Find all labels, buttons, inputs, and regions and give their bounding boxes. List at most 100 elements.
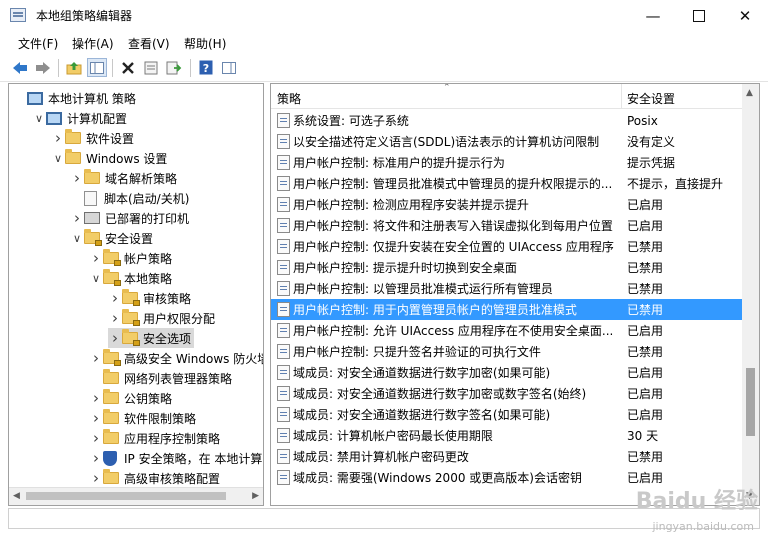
policy-row[interactable]: 域成员: 对安全通道数据进行数字签名(如果可能) 已启用 bbox=[271, 404, 742, 425]
delete-icon[interactable] bbox=[118, 58, 138, 77]
scroll-up-icon[interactable]: ▲ bbox=[746, 88, 753, 98]
tree-item[interactable]: › IP 安全策略，在 本地计算 bbox=[89, 448, 262, 468]
expand-chevron-icon[interactable]: › bbox=[51, 128, 65, 148]
policy-row[interactable]: 用户帐户控制: 将文件和注册表写入错误虚拟化到每用户位置 已启用 bbox=[271, 215, 742, 236]
policy-row[interactable]: 以安全描述符定义语言(SDDL)语法表示的计算机访问限制 没有定义 bbox=[271, 131, 742, 152]
column-divider[interactable] bbox=[621, 84, 622, 108]
policy-row[interactable]: 用户帐户控制: 管理员批准模式中管理员的提升权限提示的... 不提示，直接提升 bbox=[271, 173, 742, 194]
computer-icon bbox=[27, 91, 43, 105]
tree-item-label: 应用程序控制策略 bbox=[124, 431, 221, 446]
policy-value: 已禁用 bbox=[627, 261, 664, 275]
tree-item[interactable]: › 高级安全 Windows 防火墙 bbox=[89, 348, 263, 368]
policy-row[interactable]: 用户帐户控制: 允许 UIAccess 应用程序在不使用安全桌面... 已启用 bbox=[271, 320, 742, 341]
tree-item[interactable]: › 用户权限分配 bbox=[108, 308, 215, 328]
policy-list-pane[interactable]: 策略 ⌃ 安全设置 系统设置: 可选子系统 Posix 以安全描述符定义语言(SDD… bbox=[270, 83, 760, 506]
back-arrow-icon[interactable] bbox=[10, 58, 30, 77]
menu-action[interactable]: 操作(A) bbox=[72, 35, 114, 52]
show-action-pane-icon[interactable] bbox=[219, 58, 239, 77]
tree-item[interactable]: 网络列表管理器策略 bbox=[89, 368, 232, 388]
expand-chevron-icon[interactable]: › bbox=[108, 308, 122, 328]
policy-row[interactable]: 用户帐户控制: 检测应用程序安装并提示提升 已启用 bbox=[271, 194, 742, 215]
scrollbar-thumb[interactable] bbox=[746, 368, 755, 436]
tree-item[interactable]: › 高级审核策略配置 bbox=[89, 468, 220, 488]
tree-item[interactable]: › 软件限制策略 bbox=[89, 408, 196, 428]
policy-row[interactable]: 系统设置: 可选子系统 Posix bbox=[271, 110, 742, 131]
tree-item[interactable]: › 已部署的打印机 bbox=[70, 208, 189, 228]
collapse-chevron-icon[interactable]: ∨ bbox=[51, 148, 65, 168]
policy-row[interactable]: 用户帐户控制: 提示提升时切换到安全桌面 已禁用 bbox=[271, 257, 742, 278]
expand-chevron-icon[interactable]: › bbox=[108, 288, 122, 308]
scrollbar-thumb[interactable] bbox=[26, 492, 226, 500]
policy-row[interactable]: 用户帐户控制: 以管理员批准模式运行所有管理员 已禁用 bbox=[271, 278, 742, 299]
policy-row[interactable]: 用户帐户控制: 只提升签名并验证的可执行文件 已禁用 bbox=[271, 341, 742, 362]
close-button[interactable]: ✕ bbox=[722, 0, 768, 31]
expand-chevron-icon[interactable]: › bbox=[89, 248, 103, 268]
collapse-chevron-icon[interactable]: ∨ bbox=[89, 268, 103, 288]
column-header-security-setting[interactable]: 安全设置 bbox=[627, 90, 675, 107]
tree-pane[interactable]: 本地计算机 策略 ∨ 计算机配置 › 软件设置 ∨ Windows 设置 › 域名解析策略 脚本(… bbox=[8, 83, 264, 506]
tree-item[interactable]: 本地计算机 策略 bbox=[13, 88, 136, 108]
menu-file[interactable]: 文件(F) bbox=[18, 35, 58, 52]
policy-row[interactable]: 域成员: 禁用计算机帐户密码更改 已禁用 bbox=[271, 446, 742, 467]
tree-item[interactable]: › 帐户策略 bbox=[89, 248, 172, 268]
column-header-policy[interactable]: 策略 bbox=[277, 90, 301, 107]
tree-item-label: Windows 设置 bbox=[86, 151, 168, 166]
forward-arrow-icon[interactable] bbox=[33, 58, 53, 77]
tree-item[interactable]: › 审核策略 bbox=[108, 288, 191, 308]
expand-chevron-icon[interactable]: › bbox=[108, 328, 122, 348]
baidu-watermark-url: jingyan.baidu.com bbox=[652, 520, 754, 533]
help-icon[interactable]: ? bbox=[196, 58, 216, 77]
expand-chevron-icon[interactable]: › bbox=[70, 168, 84, 188]
menu-help[interactable]: 帮助(H) bbox=[184, 35, 226, 52]
expand-chevron-icon[interactable]: › bbox=[70, 208, 84, 228]
title-bar[interactable]: 本地组策略编辑器 — ✕ bbox=[0, 0, 768, 31]
collapse-chevron-icon[interactable]: ∨ bbox=[32, 108, 46, 128]
show-tree-icon[interactable] bbox=[87, 58, 107, 77]
policy-row[interactable]: 用户帐户控制: 用于内置管理员帐户的管理员批准模式 已禁用 bbox=[271, 299, 742, 320]
tree-item[interactable]: › 域名解析策略 bbox=[70, 168, 177, 188]
export-list-icon[interactable] bbox=[164, 58, 184, 77]
tree-item[interactable]: ∨ Windows 设置 bbox=[51, 148, 167, 168]
maximize-button[interactable] bbox=[676, 0, 722, 31]
tree-item-label: IP 安全策略，在 本地计算 bbox=[124, 451, 263, 466]
vertical-scrollbar[interactable]: ▲ ▼ bbox=[742, 84, 759, 505]
tree-item[interactable]: ∨ 本地策略 bbox=[89, 268, 172, 288]
tree-item[interactable]: ∨ 安全设置 bbox=[70, 228, 153, 248]
expand-chevron-icon[interactable]: › bbox=[89, 408, 103, 428]
policy-row[interactable]: 域成员: 计算机帐户密码最长使用期限 30 天 bbox=[271, 425, 742, 446]
tree-item[interactable]: › 应用程序控制策略 bbox=[89, 428, 220, 448]
policy-name: 域成员: 对安全通道数据进行数字加密(如果可能) bbox=[293, 366, 551, 380]
tree-item-label: 帐户策略 bbox=[124, 251, 173, 266]
scroll-left-icon[interactable]: ◀ bbox=[13, 491, 20, 501]
properties-icon[interactable] bbox=[141, 58, 161, 77]
horizontal-scrollbar[interactable]: ◀ ▶ bbox=[9, 487, 263, 505]
policy-name: 用户帐户控制: 只提升签名并验证的可执行文件 bbox=[293, 345, 541, 359]
folder-icon bbox=[103, 469, 119, 484]
policy-row[interactable]: 用户帐户控制: 仅提升安装在安全位置的 UIAccess 应用程序 已禁用 bbox=[271, 236, 742, 257]
expand-chevron-icon[interactable]: › bbox=[89, 448, 103, 468]
policy-row[interactable]: 域成员: 对安全通道数据进行数字加密或数字签名(始终) 已启用 bbox=[271, 383, 742, 404]
policy-row[interactable]: 用户帐户控制: 标准用户的提升提示行为 提示凭据 bbox=[271, 152, 742, 173]
policy-name: 域成员: 需要强(Windows 2000 或更高版本)会话密钥 bbox=[293, 471, 582, 485]
tree-item[interactable]: ∨ 计算机配置 bbox=[32, 108, 127, 128]
minimize-button[interactable]: — bbox=[630, 0, 676, 31]
tree-item[interactable]: › 软件设置 bbox=[51, 128, 134, 148]
expand-chevron-icon[interactable]: › bbox=[89, 428, 103, 448]
collapse-chevron-icon[interactable]: ∨ bbox=[70, 228, 84, 248]
scroll-right-icon[interactable]: ▶ bbox=[252, 491, 259, 501]
tree-item[interactable]: 脚本(启动/关机) bbox=[70, 188, 189, 208]
menu-bar: 文件(F) 操作(A) 查看(V) 帮助(H) bbox=[0, 31, 768, 53]
policy-row[interactable]: 域成员: 对安全通道数据进行数字加密(如果可能) 已启用 bbox=[271, 362, 742, 383]
expand-chevron-icon[interactable]: › bbox=[89, 348, 103, 368]
app-icon bbox=[10, 8, 26, 22]
tree-item[interactable]: › 安全选项 bbox=[108, 328, 195, 348]
up-folder-icon[interactable] bbox=[64, 58, 84, 77]
tree-item-label: 安全选项 bbox=[143, 331, 192, 346]
expand-chevron-icon[interactable]: › bbox=[89, 468, 103, 488]
ip-security-icon bbox=[103, 450, 117, 466]
menu-view[interactable]: 查看(V) bbox=[128, 35, 170, 52]
tree-item[interactable]: › 公钥策略 bbox=[89, 388, 172, 408]
folder-icon bbox=[65, 129, 81, 144]
policy-icon bbox=[277, 449, 290, 464]
expand-chevron-icon[interactable]: › bbox=[89, 388, 103, 408]
